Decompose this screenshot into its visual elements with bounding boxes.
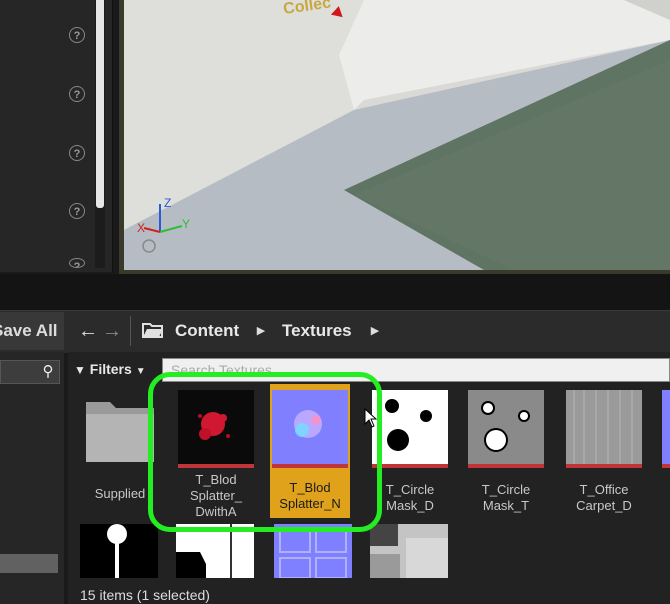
texture-thumbnail-mask[interactable] (176, 524, 254, 578)
axis-x-label: X (137, 221, 145, 235)
asset-label: T_Circle Mask_D (385, 482, 435, 513)
details-scrollbar-thumb[interactable] (96, 0, 104, 208)
help-icon[interactable]: ? (69, 203, 85, 219)
search-icon[interactable]: ⚲ (38, 362, 58, 382)
level-viewport[interactable]: Collec Z Y X (124, 0, 670, 270)
breadcrumb-textures[interactable]: Textures (282, 320, 352, 342)
asset-tile-circle-mask-t[interactable]: T_Circle Mask_T (466, 386, 546, 520)
mouse-cursor-icon (364, 408, 378, 428)
asset-tile-office-carpet-d[interactable]: T_Office Carpet_D (564, 386, 644, 520)
help-icon[interactable]: ? (69, 27, 85, 43)
help-icon[interactable]: ? (69, 258, 85, 268)
panel-gap (0, 274, 670, 310)
asset-type-bar (468, 464, 544, 468)
filters-button[interactable]: ▼ Filters ▼ (74, 358, 156, 380)
asset-tile-circle-mask-d[interactable]: T_Circle Mask_D (370, 386, 450, 520)
texture-thumbnail (468, 390, 544, 464)
asset-type-bar (372, 464, 448, 468)
asset-type-bar (566, 464, 642, 468)
axis-z-label: Z (164, 196, 171, 210)
asset-type-bar (662, 464, 670, 468)
help-icon[interactable]: ? (69, 86, 85, 102)
folder-open-icon[interactable] (142, 320, 164, 340)
save-all-button[interactable]: Save All (0, 312, 64, 350)
viewport-scene: Collec Z Y X (124, 0, 670, 270)
funnel-icon: ▼ (74, 363, 86, 377)
folder-icon (86, 402, 154, 462)
forward-arrow-icon[interactable]: → (102, 319, 122, 343)
chevron-down-icon: ▼ (135, 366, 146, 377)
toolbar-divider (130, 316, 131, 346)
asset-label: T_Office Carpet_D (576, 482, 632, 513)
back-arrow-icon[interactable]: ← (78, 319, 98, 343)
texture-thumbnail-lamp[interactable] (80, 524, 158, 578)
breadcrumb-chevron-icon[interactable]: ▶ (370, 322, 380, 340)
texture-thumbnail-grey-tiles[interactable] (370, 524, 448, 578)
asset-tile-partial[interactable] (662, 390, 670, 466)
sources-selected-row[interactable] (0, 554, 58, 573)
breadcrumb-chevron-icon[interactable]: ▶ (256, 322, 266, 340)
help-icon[interactable]: ? (69, 145, 85, 161)
breadcrumb-content[interactable]: Content (175, 320, 239, 342)
texture-thumbnail (566, 390, 642, 464)
texture-thumbnail (372, 390, 448, 464)
filters-label: Filters (89, 361, 132, 377)
axis-y-label: Y (182, 217, 190, 231)
annotation-highlight (148, 372, 382, 532)
asset-label: T_Circle Mask_T (481, 482, 531, 513)
asset-count-status: 15 items (1 selected) (80, 587, 210, 603)
texture-thumbnail-normal-tiles[interactable] (274, 524, 352, 578)
